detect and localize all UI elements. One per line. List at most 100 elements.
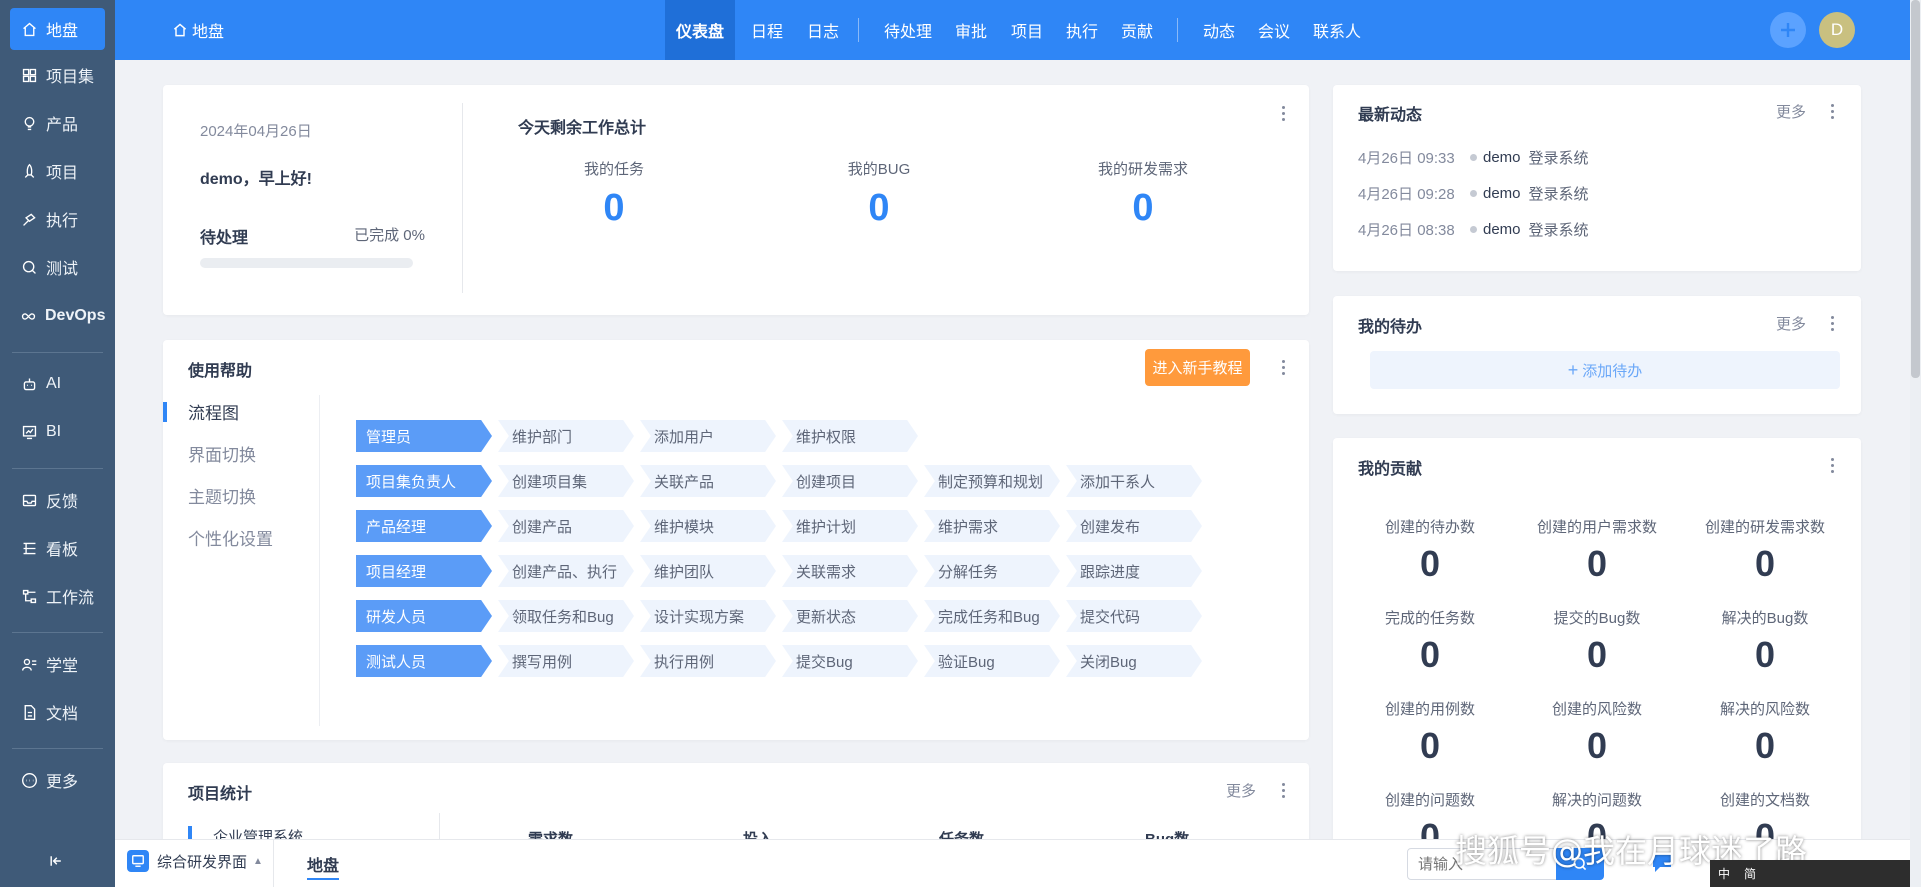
- scrollbar-thumb[interactable]: [1911, 0, 1920, 378]
- tab-personalize[interactable]: 个性化设置: [188, 525, 273, 550]
- card-menu-button[interactable]: [1825, 312, 1839, 334]
- contribution-item[interactable]: 创建的研发需求数 0: [1680, 516, 1850, 585]
- flow-step[interactable]: 关闭Bug: [1066, 645, 1202, 677]
- flow-step[interactable]: 创建项目: [782, 465, 918, 497]
- activity-item[interactable]: 4月26日 09:28 demo 登录系统: [1358, 183, 1589, 204]
- flow-step[interactable]: 添加用户: [640, 420, 776, 452]
- tutorial-button[interactable]: 进入新手教程: [1145, 349, 1250, 386]
- contribution-item[interactable]: 解决的Bug数 0: [1680, 607, 1850, 676]
- nav-log[interactable]: 日志: [798, 0, 848, 60]
- nav-approval[interactable]: 审批: [946, 0, 996, 60]
- more-link[interactable]: 更多: [1226, 780, 1256, 801]
- today-title: 今天剩余工作总计: [518, 120, 647, 137]
- contribution-item[interactable]: 创建的待办数 0: [1345, 516, 1515, 585]
- nav-execution[interactable]: 执行: [1057, 0, 1107, 60]
- flow-step[interactable]: 跟踪进度: [1066, 555, 1202, 587]
- flow-step[interactable]: 执行用例: [640, 645, 776, 677]
- more-link[interactable]: 更多: [1776, 313, 1806, 334]
- flow-step[interactable]: 维护计划: [782, 510, 918, 542]
- card-menu-button[interactable]: [1825, 100, 1839, 122]
- flow-step[interactable]: 提交Bug: [782, 645, 918, 677]
- sidebar-item-more[interactable]: 更多: [10, 759, 105, 801]
- sidebar-item-academy[interactable]: 学堂: [10, 643, 105, 685]
- sidebar-item-program[interactable]: 项目集: [10, 54, 105, 96]
- stat-my-bugs[interactable]: 我的BUG 0: [779, 158, 979, 230]
- sidebar-item-workflow[interactable]: 工作流: [10, 575, 105, 617]
- ime-charset[interactable]: 简: [1744, 865, 1756, 882]
- flow-role[interactable]: 项目集负责人: [356, 465, 492, 497]
- tab-ui-switch[interactable]: 界面切换: [188, 441, 256, 466]
- sidebar-item-bi[interactable]: BI: [10, 411, 105, 453]
- flow-step[interactable]: 维护模块: [640, 510, 776, 542]
- flow-role[interactable]: 项目经理: [356, 555, 492, 587]
- flow-step[interactable]: 分解任务: [924, 555, 1060, 587]
- sidebar-item-test[interactable]: 测试: [10, 246, 105, 288]
- flow-step[interactable]: 设计实现方案: [640, 600, 776, 632]
- flow-step[interactable]: 关联需求: [782, 555, 918, 587]
- flow-step[interactable]: 维护权限: [782, 420, 918, 452]
- flow-step[interactable]: 撰写用例: [498, 645, 634, 677]
- nav-pending[interactable]: 待处理: [877, 0, 939, 60]
- flow-step[interactable]: 创建产品、执行: [498, 555, 634, 587]
- sidebar-item-dashboard[interactable]: 地盘: [10, 8, 105, 50]
- contribution-item[interactable]: 创建的用户需求数 0: [1512, 516, 1682, 585]
- avatar[interactable]: D: [1819, 12, 1855, 48]
- nav-calendar[interactable]: 日程: [742, 0, 792, 60]
- nav-meeting[interactable]: 会议: [1249, 0, 1299, 60]
- nav-dynamics[interactable]: 动态: [1194, 0, 1244, 60]
- sidebar-item-ai[interactable]: AI: [10, 363, 105, 405]
- sidebar-item-kanban[interactable]: 看板: [10, 527, 105, 569]
- contribution-item[interactable]: 提交的Bug数 0: [1512, 607, 1682, 676]
- flow-step[interactable]: 完成任务和Bug: [924, 600, 1060, 632]
- nav-project[interactable]: 项目: [1002, 0, 1052, 60]
- flow-role[interactable]: 管理员: [356, 420, 492, 452]
- flow-step[interactable]: 添加干系人: [1066, 465, 1202, 497]
- sidebar-item-project[interactable]: 项目: [10, 150, 105, 192]
- stat-my-tasks[interactable]: 我的任务 0: [514, 158, 714, 230]
- card-menu-button[interactable]: [1825, 454, 1839, 476]
- sidebar-item-product[interactable]: 产品: [10, 102, 105, 144]
- flow-step[interactable]: 创建产品: [498, 510, 634, 542]
- flow-role[interactable]: 测试人员: [356, 645, 492, 677]
- activity-item[interactable]: 4月26日 09:33 demo 登录系统: [1358, 147, 1589, 168]
- nav-dashboard[interactable]: 仪表盘: [665, 0, 735, 60]
- app-switcher[interactable]: 综合研发界面 ▲: [127, 850, 263, 872]
- contribution-item[interactable]: 解决的风险数 0: [1680, 698, 1850, 767]
- flow-step[interactable]: 创建项目集: [498, 465, 634, 497]
- flow-step[interactable]: 提交代码: [1066, 600, 1202, 632]
- create-button[interactable]: [1770, 12, 1806, 48]
- card-menu-button[interactable]: [1276, 102, 1290, 124]
- tab-theme-switch[interactable]: 主题切换: [188, 483, 256, 508]
- card-menu-button[interactable]: [1276, 779, 1290, 801]
- flow-step[interactable]: 验证Bug: [924, 645, 1060, 677]
- flow-role[interactable]: 研发人员: [356, 600, 492, 632]
- sidebar-item-feedback[interactable]: 反馈: [10, 479, 105, 521]
- contribution-item[interactable]: 创建的风险数 0: [1512, 698, 1682, 767]
- ime-mode[interactable]: 中: [1718, 865, 1730, 882]
- collapse-sidebar-button[interactable]: [45, 850, 67, 872]
- open-tab-dashboard[interactable]: 地盘: [307, 852, 340, 880]
- flow-step[interactable]: 更新状态: [782, 600, 918, 632]
- flow-step[interactable]: 维护团队: [640, 555, 776, 587]
- flow-step[interactable]: 制定预算和规划: [924, 465, 1060, 497]
- flow-step[interactable]: 维护需求: [924, 510, 1060, 542]
- flow-step[interactable]: 关联产品: [640, 465, 776, 497]
- activity-item[interactable]: 4月26日 08:38 demo 登录系统: [1358, 219, 1589, 240]
- flow-step[interactable]: 维护部门: [498, 420, 634, 452]
- flow-step[interactable]: 创建发布: [1066, 510, 1202, 542]
- home-breadcrumb[interactable]: 地盘: [172, 0, 224, 60]
- card-menu-button[interactable]: [1276, 356, 1290, 378]
- sidebar-item-execution[interactable]: 执行: [10, 198, 105, 240]
- nav-contribution[interactable]: 贡献: [1112, 0, 1162, 60]
- flow-role[interactable]: 产品经理: [356, 510, 492, 542]
- tab-flowchart[interactable]: 流程图: [188, 399, 239, 424]
- more-link[interactable]: 更多: [1776, 101, 1806, 122]
- contribution-item[interactable]: 创建的用例数 0: [1345, 698, 1515, 767]
- flow-step[interactable]: 领取任务和Bug: [498, 600, 634, 632]
- contribution-item[interactable]: 完成的任务数 0: [1345, 607, 1515, 676]
- nav-contacts[interactable]: 联系人: [1304, 0, 1370, 60]
- stat-my-stories[interactable]: 我的研发需求 0: [1043, 158, 1243, 230]
- sidebar-item-devops[interactable]: DevOps: [10, 295, 105, 337]
- add-todo-button[interactable]: + 添加待办: [1370, 351, 1840, 389]
- sidebar-item-docs[interactable]: 文档: [10, 691, 105, 733]
